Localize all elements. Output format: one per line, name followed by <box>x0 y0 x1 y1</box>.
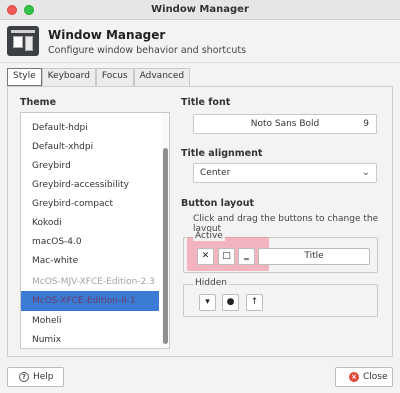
close-circle-icon: × <box>349 372 359 382</box>
shade-icon[interactable]: ↑ <box>246 294 263 311</box>
title-slot[interactable]: Title <box>258 248 370 265</box>
title-alignment-label: Title alignment <box>181 148 263 159</box>
tab-advanced[interactable]: Advanced <box>133 68 191 86</box>
theme-item-mcos-mjv[interactable]: McOS-MJV-XFCE-Edition-2.3 <box>21 272 159 292</box>
help-icon: ? <box>19 372 29 382</box>
theme-item-mac-white[interactable]: Mac-white <box>21 251 159 271</box>
help-button[interactable]: ? Help <box>7 367 64 387</box>
title-alignment-value: Center <box>200 168 231 178</box>
close-button-label: Close <box>363 372 388 382</box>
minimize-icon[interactable]: ‗ <box>238 248 255 265</box>
window-manager-icon <box>7 26 39 56</box>
title-font-label: Title font <box>181 97 231 108</box>
title-font-name: Noto Sans Bold <box>250 119 320 129</box>
theme-scrollbar-thumb[interactable] <box>163 148 168 344</box>
menu-icon[interactable]: ▾ <box>199 294 216 311</box>
theme-item-numix[interactable]: Numix <box>21 330 159 348</box>
title-alignment-select[interactable]: Center ⌄ <box>193 163 377 183</box>
chevron-down-icon: ⌄ <box>361 167 370 178</box>
theme-item-greybird[interactable]: Greybird <box>21 156 159 176</box>
theme-item-default-xhdpi[interactable]: Default-xhdpi <box>21 137 159 157</box>
theme-list[interactable]: Default-hdpi Default-xhdpi Greybird Grey… <box>20 112 170 349</box>
theme-item-mcos-xfce-selected[interactable]: McOS-XFCE-Edition-II-1 <box>21 291 159 311</box>
tab-style[interactable]: Style <box>7 68 42 86</box>
stick-icon[interactable]: ● <box>222 294 239 311</box>
tab-keyboard[interactable]: Keyboard <box>41 68 96 86</box>
theme-item-greybird-compact[interactable]: Greybird-compact <box>21 194 159 214</box>
tab-focus[interactable]: Focus <box>95 68 134 86</box>
header-subtitle: Configure window behavior and shortcuts <box>48 45 247 56</box>
active-group-label: Active <box>193 231 225 241</box>
theme-item-macos-4[interactable]: macOS-4.0 <box>21 232 159 252</box>
theme-label: Theme <box>20 97 57 108</box>
title-font-size: 9 <box>363 119 369 129</box>
theme-item-moheli[interactable]: Moheli <box>21 311 159 331</box>
maximize-icon[interactable]: □ <box>218 248 235 265</box>
dialog-header: Window Manager Configure window behavior… <box>0 21 400 63</box>
title-font-button[interactable]: Noto Sans Bold 9 <box>193 114 377 134</box>
help-button-label: Help <box>33 372 54 382</box>
title-bar: Window Manager <box>0 0 400 20</box>
hidden-group-label: Hidden <box>193 278 229 288</box>
close-icon[interactable]: ✕ <box>197 248 214 265</box>
close-button[interactable]: × Close <box>335 367 393 387</box>
header-title: Window Manager <box>48 28 166 42</box>
button-layout-label: Button layout <box>181 198 255 209</box>
tab-bar: Style Keyboard Focus Advanced <box>7 68 191 86</box>
theme-item-default-hdpi[interactable]: Default-hdpi <box>21 118 159 138</box>
theme-item-kokodi[interactable]: Kokodi <box>21 213 159 233</box>
theme-item-greybird-accessibility[interactable]: Greybird-accessibility <box>21 175 159 195</box>
window-title: Window Manager <box>151 4 249 15</box>
window-manager-window: Window Manager Window Manager Configure … <box>0 0 400 393</box>
